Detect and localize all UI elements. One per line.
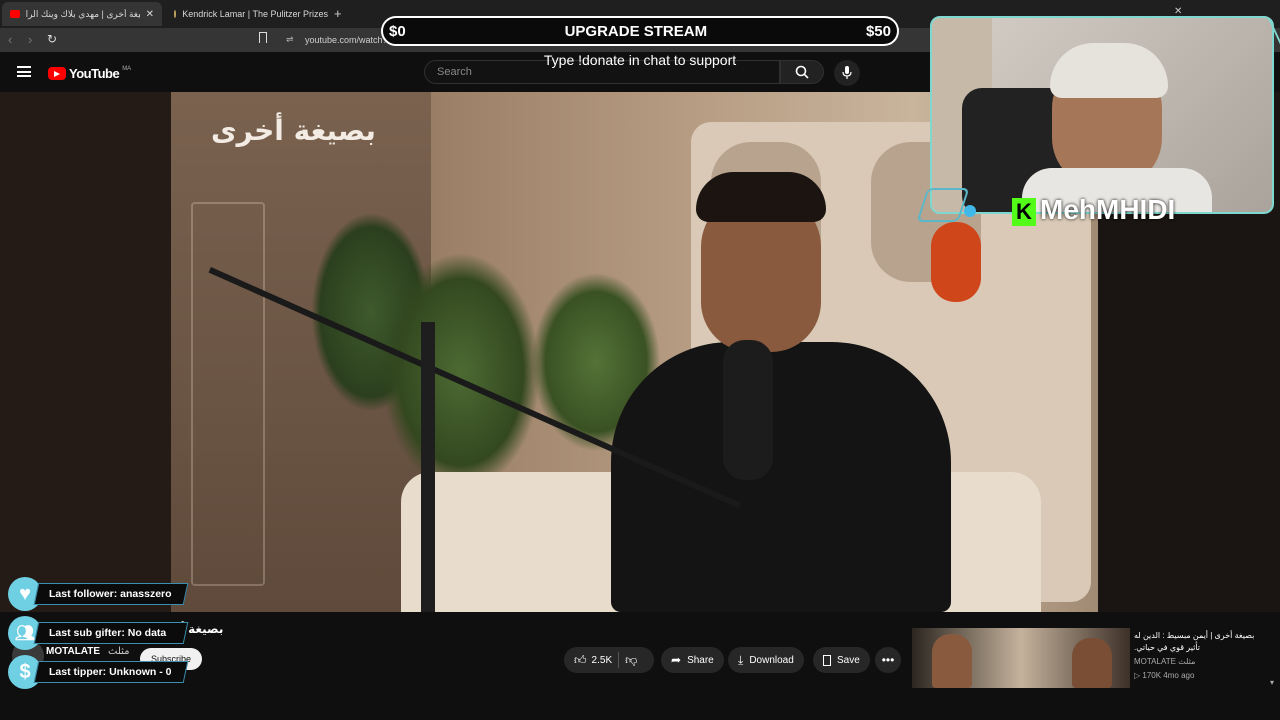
- recommended-meta: ▷ 170K 4mo ago: [1134, 671, 1195, 680]
- share-icon: ➦: [671, 653, 682, 667]
- recommended-title[interactable]: بصيغة أخرى | أيمن مبسيط : الدين له تأثير…: [1134, 630, 1274, 654]
- save-button[interactable]: Save: [813, 647, 870, 673]
- like-count: 2.5K: [591, 654, 613, 666]
- live-dot: [964, 205, 976, 217]
- wall-molding: [191, 202, 265, 586]
- kick-logo-icon: K: [1012, 198, 1036, 226]
- mic-stand: [421, 322, 435, 612]
- share-button[interactable]: ➦ Share: [661, 647, 724, 673]
- podcast-microphone: [723, 340, 773, 480]
- microphone-icon: [842, 66, 852, 79]
- rec-title-line2: تأثير قوي في حياتي.: [1134, 643, 1201, 652]
- hamburger-menu-icon[interactable]: [17, 66, 31, 77]
- region-code: MA: [122, 66, 132, 72]
- rec-title-line1: بصيغة أخرى | أيمن مبسيط : الدين له: [1134, 631, 1255, 640]
- plant-leaf: [381, 252, 541, 492]
- save-label: Save: [837, 654, 860, 666]
- last-follower-alert: ♥ Last follower: anasszero: [8, 577, 189, 611]
- person-hair: [696, 172, 826, 222]
- youtube-logo[interactable]: YouTube MA: [48, 66, 131, 81]
- donation-goal-bar: $0 UPGRADE STREAM $50: [381, 16, 899, 46]
- download-icon: ⤓: [738, 652, 744, 667]
- forward-icon[interactable]: ›: [28, 32, 32, 47]
- thumb-person: [1072, 638, 1112, 688]
- donate-current: $0: [389, 22, 406, 40]
- last-tipper-alert: $ Last tipper: Unknown - 0: [8, 655, 189, 689]
- tab-label: بصيغة أخرى | مهدي بلاك وينك الرا: [25, 8, 140, 19]
- recommended-thumbnail[interactable]: [912, 628, 1130, 688]
- donate-goal: $50: [865, 22, 891, 40]
- channel-watermark: بصيغة أخرى: [211, 114, 376, 147]
- more-icon: •••: [881, 653, 895, 667]
- share-label: Share: [687, 654, 714, 666]
- more-actions-button[interactable]: •••: [875, 647, 901, 673]
- scroll-down-icon[interactable]: ▾: [1270, 678, 1274, 687]
- person-shirt: [611, 342, 951, 612]
- thumbs-up-icon: 👍︎: [574, 652, 587, 667]
- alert-label: Last follower: anasszero: [49, 588, 172, 600]
- orange-vase: [931, 222, 981, 302]
- back-icon[interactable]: ‹: [8, 32, 12, 47]
- like-button[interactable]: 👍︎ 2.5K: [574, 653, 612, 668]
- download-button[interactable]: ⤓ Download: [728, 647, 804, 673]
- download-label: Download: [749, 654, 794, 666]
- youtube-play-icon: [48, 67, 66, 80]
- dislike-button[interactable]: 👎︎: [625, 653, 637, 668]
- thumb-person: [932, 634, 972, 688]
- alert-label: Last tipper: Unknown - 0: [49, 666, 172, 678]
- streamer-beanie: [1050, 43, 1168, 98]
- like-dislike-group: 👍︎ 2.5K 👎︎: [564, 647, 654, 673]
- streamer-name: MehMHIDI: [1040, 194, 1176, 225]
- bookmark-icon: [823, 654, 831, 666]
- recommended-channel[interactable]: MOTALATE مثلث: [1134, 657, 1195, 666]
- divider: [618, 652, 620, 668]
- site-info-icon[interactable]: ⇌: [286, 34, 294, 45]
- webcam-frame: [930, 16, 1274, 214]
- thumbs-down-icon: 👎︎: [625, 652, 638, 667]
- alert-label: Last sub gifter: No data: [49, 627, 167, 639]
- tab-label: Kendrick Lamar | The Pulitzer Prizes: [182, 9, 328, 19]
- reload-icon[interactable]: ↻: [47, 32, 57, 46]
- youtube-favicon-icon: [10, 10, 20, 18]
- donate-hint: Type !donate in chat to support: [543, 52, 737, 68]
- close-icon[interactable]: ✕: [146, 9, 154, 20]
- tab-pulitzer[interactable]: Kendrick Lamar | The Pulitzer Prizes: [166, 2, 336, 26]
- new-tab-button[interactable]: +: [334, 6, 342, 21]
- tab-youtube[interactable]: بصيغة أخرى | مهدي بلاك وينك الرا ✕: [2, 2, 162, 26]
- logo-text: YouTube: [69, 66, 120, 81]
- bookmark-icon[interactable]: [259, 32, 267, 43]
- pulitzer-favicon-icon: [174, 10, 177, 18]
- donate-title: UPGRADE STREAM: [564, 22, 708, 40]
- last-sub-gifter-alert: 👥︎ Last sub gifter: No data: [8, 616, 189, 650]
- ambient-left: [0, 92, 171, 612]
